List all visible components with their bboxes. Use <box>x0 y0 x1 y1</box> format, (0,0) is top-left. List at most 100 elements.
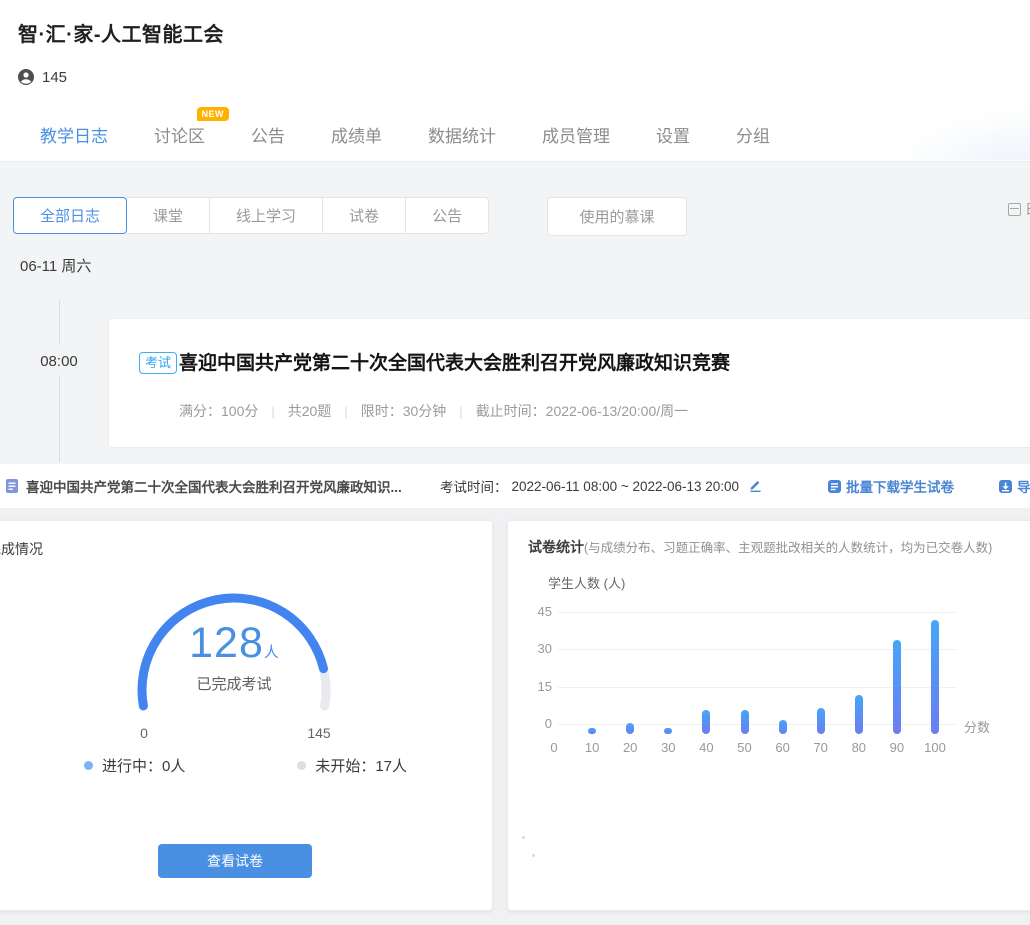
gauge-min-label: 0 <box>132 725 156 741</box>
meta-separator: | <box>459 404 462 419</box>
export-label: 导出 <box>1017 476 1030 496</box>
x-tick-label: 0 <box>535 740 573 755</box>
export-download-icon <box>999 480 1012 493</box>
new-badge: NEW <box>197 107 230 121</box>
tab-item-8[interactable]: 分组 <box>736 122 770 147</box>
gauge-caption: 已完成考试 <box>134 673 334 694</box>
y-tick-label: 0 <box>522 716 552 732</box>
exam-card[interactable]: 考试 喜迎中国共产党第二十次全国代表大会胜利召开党风廉政知识竞赛 满分：100分… <box>108 318 1030 448</box>
timeline-date: 06-11 周六 <box>20 255 91 276</box>
tab-item-4[interactable]: 成绩单 <box>331 122 382 147</box>
chart-bar <box>664 728 672 734</box>
x-tick-label: 60 <box>764 740 802 755</box>
chart-x-axis-title: 分数 <box>964 717 990 736</box>
gauge-max-label: 145 <box>293 725 345 741</box>
legend-item-2: 未开始：17人 <box>297 755 407 776</box>
x-tick-label: 10 <box>573 740 611 755</box>
batch-download-button[interactable]: 批量下载学生试卷 <box>828 464 954 508</box>
chart-bar <box>626 723 634 734</box>
batch-download-label: 批量下载学生试卷 <box>846 476 954 496</box>
x-tick-label: 70 <box>802 740 840 755</box>
artifact-dot <box>522 836 525 839</box>
x-tick-label: 40 <box>687 740 725 755</box>
member-count-row: 145 <box>17 68 67 86</box>
completion-panel: 完成情况 128人 已完成考试 0 145 进行中：0人 未开始：17人 查看试卷 <box>0 520 493 911</box>
timeline-line-top <box>59 300 60 345</box>
mooc-filter-button[interactable]: 使用的慕课 <box>547 197 687 236</box>
tab-list: 教学日志 讨论区NEW 公告 成绩单 数据统计 成员管理 设置 分组 <box>40 108 770 160</box>
x-tick-label: 50 <box>726 740 764 755</box>
x-tick-label: 90 <box>878 740 916 755</box>
exam-meta: 满分：100分 | 共20题 | 限时：30分钟 | 截止时间：2022-06-13/20:… <box>179 401 688 421</box>
filter-button-2[interactable]: 课堂 <box>127 197 210 234</box>
export-button[interactable]: 导出 <box>999 464 1030 508</box>
meta-item: 截止时间：2022-06-13/20:00/周一 <box>476 401 688 421</box>
chart-bar <box>779 720 787 734</box>
chart-bar <box>893 640 901 734</box>
x-tick-label: 30 <box>649 740 687 755</box>
tab-item-3[interactable]: 公告 <box>251 122 285 147</box>
exam-card-title: 喜迎中国共产党第二十次全国代表大会胜利召开党风廉政知识竞赛 <box>179 348 730 375</box>
exam-time-value: 2022-06-11 08:00 ~ 2022-06-13 20:00 <box>512 479 740 494</box>
calendar-label: 日程 <box>1025 199 1030 219</box>
tab-item-6[interactable]: 成员管理 <box>542 122 610 147</box>
gauge-value: 128人 <box>134 619 334 668</box>
filter-button-1[interactable]: 全部日志 <box>13 197 127 234</box>
y-tick-label: 15 <box>522 679 552 695</box>
exam-type-badge: 考试 <box>139 352 177 374</box>
y-tick-label: 30 <box>522 641 552 657</box>
tab-item-7[interactable]: 设置 <box>656 122 690 147</box>
artifact-dot <box>532 854 535 857</box>
exam-bar-title: 喜迎中国共产党第二十次全国代表大会胜利召开党风廉政知识... <box>26 464 430 508</box>
meta-separator: | <box>271 404 274 419</box>
x-tick-label: 80 <box>840 740 878 755</box>
filter-button-4[interactable]: 试卷 <box>323 197 406 234</box>
tab-item-2[interactable]: 讨论区NEW <box>154 122 205 147</box>
exam-time: 考试时间： 2022-06-11 08:00 ~ 2022-06-13 20:0… <box>440 464 762 508</box>
tab-item-5[interactable]: 数据统计 <box>428 122 496 147</box>
page: { "header": { "title": "智·汇·家-人工智能工会", "… <box>0 0 1030 925</box>
members-icon <box>17 68 35 86</box>
gauge-value-unit: 人 <box>264 644 279 661</box>
chart-bar <box>741 710 749 734</box>
score-distribution-chart: 01530450102030405060708090100 <box>508 521 1030 912</box>
legend-label: 未开始：17人 <box>315 755 407 776</box>
member-count: 145 <box>42 69 67 86</box>
tab-item-1[interactable]: 教学日志 <box>40 122 108 147</box>
meta-item: 共20题 <box>288 401 332 421</box>
exam-doc-icon <box>6 479 18 498</box>
legend-dot <box>84 761 93 770</box>
legend-label: 进行中：0人 <box>102 755 185 776</box>
meta-separator: | <box>344 404 347 419</box>
chart-bar <box>931 620 939 734</box>
x-tick-label: 20 <box>611 740 649 755</box>
filter-button-3[interactable]: 线上学习 <box>210 197 323 234</box>
chart-gridline <box>558 612 956 613</box>
legend-item-1: 进行中：0人 <box>84 755 185 776</box>
y-tick-label: 45 <box>522 604 552 620</box>
timeline-line-bottom <box>59 375 60 462</box>
legend-dot <box>297 761 306 770</box>
page-title: 智·汇·家-人工智能工会 <box>18 18 224 47</box>
exam-info-bar: 喜迎中国共产党第二十次全国代表大会胜利召开党风廉政知识... 考试时间： 202… <box>0 464 1030 508</box>
calendar-icon <box>1008 203 1021 216</box>
meta-item: 满分：100分 <box>179 401 258 421</box>
view-papers-button[interactable]: 查看试卷 <box>158 844 312 878</box>
gauge-value-number: 128 <box>189 619 264 667</box>
chart-bar <box>855 695 863 734</box>
download-doc-icon <box>828 480 841 493</box>
timeline-time: 08:00 <box>36 353 82 370</box>
calendar-view-toggle[interactable]: 日程 <box>1008 199 1030 219</box>
completion-title: 完成情况 <box>0 539 43 559</box>
chart-bar <box>702 710 710 734</box>
completion-legend: 进行中：0人 未开始：17人 <box>84 755 407 776</box>
chart-bar <box>588 728 596 734</box>
filter-button-5[interactable]: 公告 <box>406 197 489 234</box>
filter-group: 全部日志课堂线上学习试卷公告 <box>14 197 489 234</box>
exam-time-label: 考试时间： <box>440 476 508 496</box>
x-tick-label: 100 <box>916 740 954 755</box>
meta-item: 限时：30分钟 <box>361 401 447 421</box>
edit-time-icon[interactable] <box>748 478 762 495</box>
paper-stats-panel: 试卷统计(与成绩分布、习题正确率、主观题批改相关的人数统计，均为已交卷人数) 学… <box>507 520 1030 911</box>
chart-bar <box>817 708 825 734</box>
